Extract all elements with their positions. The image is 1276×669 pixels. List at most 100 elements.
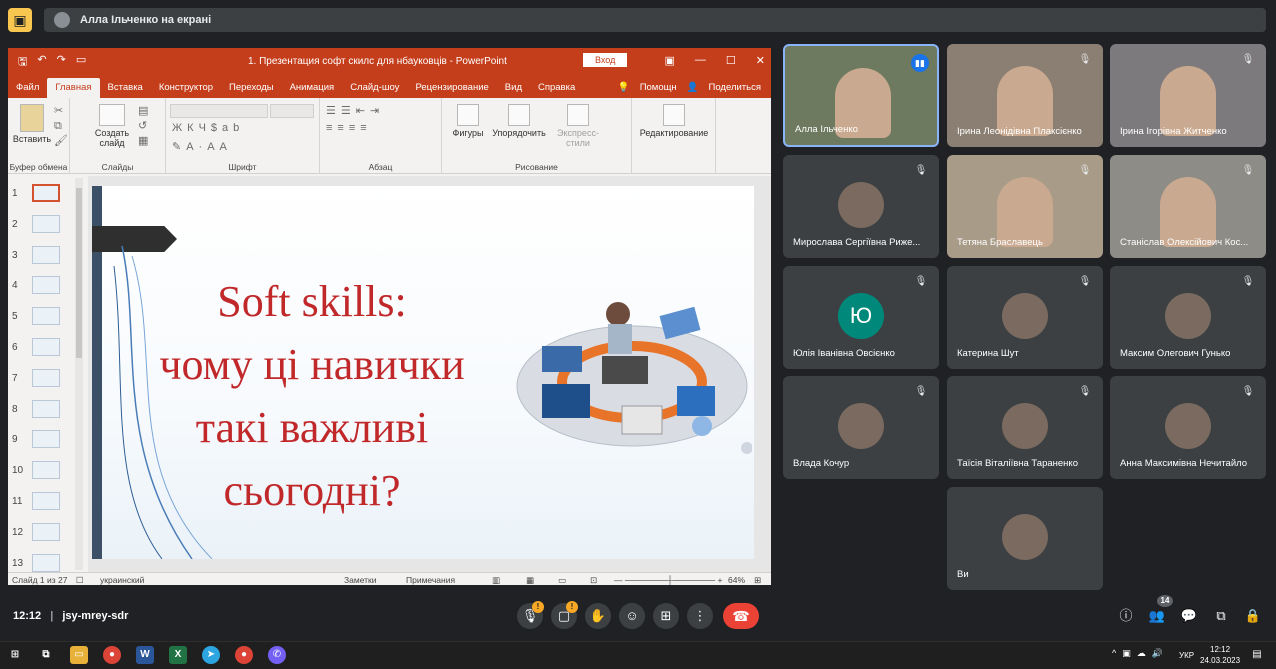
participant-tile[interactable]: Тетяна Браславець 🎙 bbox=[947, 155, 1103, 258]
chat-button[interactable]: 💬 bbox=[1179, 606, 1199, 626]
fit-slide-icon[interactable]: ⊞ bbox=[754, 575, 761, 585]
participant-tile[interactable]: Максим Олегович Гунько 🎙 bbox=[1110, 266, 1266, 369]
slide-thumbnail[interactable]: 12 bbox=[12, 522, 82, 549]
tab-view[interactable]: Вид bbox=[497, 78, 530, 98]
font-name-select[interactable] bbox=[170, 104, 268, 118]
participant-tile[interactable]: Алла Ільченко ▮▮ bbox=[783, 44, 939, 147]
slide-title-line4: сьогодні? bbox=[223, 466, 401, 515]
chrome-icon[interactable]: ● bbox=[103, 646, 121, 664]
font-style-icons[interactable]: ЖКЧ$ab bbox=[172, 122, 244, 134]
more-options-button[interactable]: ⋮ bbox=[687, 603, 713, 629]
zoom-level[interactable]: 64% bbox=[728, 575, 745, 585]
view-slideshow-icon[interactable]: ⊡ bbox=[590, 575, 597, 585]
language-label[interactable]: украинский bbox=[100, 575, 144, 585]
participant-tile[interactable]: Ірина Леонідівна Плаксієнко 🎙 bbox=[947, 44, 1103, 147]
current-slide[interactable]: Soft skills: чому ці навички такі важлив… bbox=[92, 186, 754, 559]
chrome-active-icon[interactable]: ● bbox=[235, 646, 253, 664]
tab-design[interactable]: Конструктор bbox=[151, 78, 221, 98]
tray-icons[interactable]: ^▣☁🔊 bbox=[1112, 648, 1169, 659]
slide-thumbnail[interactable]: 6 bbox=[12, 338, 82, 364]
host-controls-button[interactable]: 🔒 bbox=[1243, 606, 1263, 626]
font-color-icons[interactable]: ✎A·AA bbox=[172, 140, 232, 153]
activities-button[interactable]: ⧉ bbox=[1211, 606, 1231, 626]
tab-home[interactable]: Главная bbox=[47, 78, 100, 98]
participant-tile[interactable]: Катерина Шут 🎙 bbox=[947, 266, 1103, 369]
telegram-icon[interactable]: ➤ bbox=[202, 646, 220, 664]
slide-thumbnail[interactable]: 9 bbox=[12, 430, 82, 456]
close-icon[interactable]: ✕ bbox=[756, 54, 765, 67]
tray-clock[interactable]: 12:12 24.03.2023 bbox=[1200, 644, 1240, 666]
login-button[interactable]: Вход bbox=[583, 53, 628, 67]
meeting-code[interactable]: jsy-mrey-sdr bbox=[62, 610, 128, 622]
arrange-button[interactable]: Упорядочить bbox=[488, 104, 550, 138]
slide-thumbnail[interactable]: 4 bbox=[12, 276, 82, 302]
raise-hand-button[interactable]: ✋ bbox=[585, 603, 611, 629]
redo-icon[interactable]: ↷ bbox=[57, 53, 66, 72]
reactions-button[interactable]: ☺ bbox=[619, 603, 645, 629]
excel-icon[interactable]: X bbox=[169, 646, 187, 664]
participant-tile[interactable]: Таїсія Віталіївна Тараненко 🎙 bbox=[947, 376, 1103, 479]
notes-button[interactable]: Заметки bbox=[344, 575, 377, 585]
meeting-details-button[interactable]: ⓘ bbox=[1116, 606, 1136, 626]
layout-icon[interactable]: ▤ ↺ ▦ bbox=[138, 104, 148, 149]
word-icon[interactable]: W bbox=[136, 646, 154, 664]
editing-button[interactable]: Редактирование bbox=[636, 104, 712, 138]
end-call-button[interactable]: ☎ bbox=[723, 603, 759, 629]
minimize-icon[interactable]: — bbox=[695, 54, 706, 67]
paste-button[interactable]: Вставить bbox=[12, 104, 52, 144]
slide-thumbnail[interactable]: 11 bbox=[12, 492, 82, 518]
share-button[interactable]: Поделиться bbox=[709, 82, 761, 93]
tab-help[interactable]: Справка bbox=[530, 78, 583, 98]
present-screen-button[interactable]: ⊞ bbox=[653, 603, 679, 629]
participant-tile[interactable]: Ірина Ігорівна Житченко 🎙 bbox=[1110, 44, 1266, 147]
quick-styles-button[interactable]: Экспресс-стили bbox=[554, 104, 602, 148]
tab-animations[interactable]: Анимация bbox=[282, 78, 343, 98]
zoom-slider[interactable]: — ───────┼─────── + bbox=[614, 575, 723, 585]
ribbon-display-icon[interactable]: ▣ bbox=[665, 54, 675, 67]
align-icons[interactable]: ≡≡≡≡ bbox=[326, 122, 372, 134]
view-normal-icon[interactable]: ▥ bbox=[492, 575, 500, 585]
presenting-icon[interactable]: ▣ bbox=[8, 8, 32, 32]
people-button[interactable]: 👥 bbox=[1147, 606, 1167, 626]
participant-tile[interactable]: Мирослава Сергіївна Риже... 🎙 bbox=[783, 155, 939, 258]
notifications-icon[interactable]: ▤ bbox=[1248, 646, 1266, 664]
windows-start-icon[interactable]: ⊞ bbox=[6, 646, 24, 664]
list-icons[interactable]: ☰☰⇤⇥ bbox=[326, 104, 384, 117]
participant-tile[interactable]: Станіслав Олексійович Кос... 🎙 bbox=[1110, 155, 1266, 258]
tab-transitions[interactable]: Переходы bbox=[221, 78, 282, 98]
participant-tile[interactable]: Анна Максимівна Нечитайло 🎙 bbox=[1110, 376, 1266, 479]
slide-thumbnail[interactable]: 5 bbox=[12, 307, 82, 333]
participant-tile[interactable]: Влада Кочур 🎙 bbox=[783, 376, 939, 479]
tab-review[interactable]: Рецензирование bbox=[407, 78, 496, 98]
slideshow-icon[interactable]: ▭ bbox=[76, 53, 86, 72]
task-view-icon[interactable]: ⧉ bbox=[37, 646, 55, 664]
undo-icon[interactable]: ↶ bbox=[37, 53, 46, 72]
slide-thumbnail[interactable]: 1 bbox=[12, 184, 82, 210]
slide-thumbnail[interactable]: 2 bbox=[12, 214, 82, 241]
slide-thumbnail[interactable]: 8 bbox=[12, 399, 82, 426]
shapes-button[interactable]: Фигуры bbox=[448, 104, 488, 138]
slide-thumbnail[interactable]: 3 bbox=[12, 245, 82, 272]
viber-icon[interactable]: ✆ bbox=[268, 646, 286, 664]
tab-insert[interactable]: Вставка bbox=[100, 78, 151, 98]
file-explorer-icon[interactable]: ▭ bbox=[70, 646, 88, 664]
tell-me-button[interactable]: Помощн bbox=[640, 82, 677, 93]
tab-slideshow[interactable]: Слайд-шоу bbox=[342, 78, 407, 98]
font-size-select[interactable] bbox=[270, 104, 314, 118]
participant-tile[interactable]: Ви bbox=[947, 487, 1103, 590]
tab-file[interactable]: Файл bbox=[8, 78, 47, 98]
slide-scrollbar[interactable] bbox=[765, 176, 771, 572]
maximize-icon[interactable]: ☐ bbox=[726, 54, 736, 67]
clip-tools-icon[interactable]: ✂ ⧉ 🖌 bbox=[54, 104, 68, 149]
comments-button[interactable]: Примечания bbox=[406, 575, 455, 585]
participant-tile[interactable]: Ю Юлія Іванівна Овсієнко 🎙 bbox=[783, 266, 939, 369]
save-icon[interactable]: 🖫 bbox=[18, 53, 27, 72]
new-slide-button[interactable]: Создать слайд bbox=[90, 104, 134, 148]
view-reading-icon[interactable]: ▭ bbox=[558, 575, 566, 585]
tray-language[interactable]: УКР bbox=[1179, 651, 1194, 660]
view-sorter-icon[interactable]: ▦ bbox=[526, 575, 534, 585]
slide-thumbnail[interactable]: 7 bbox=[12, 368, 82, 395]
slide-thumbnail[interactable]: 13 bbox=[12, 553, 82, 580]
arrange-label: Упорядочить bbox=[492, 128, 546, 138]
slide-thumbnail[interactable]: 10 bbox=[12, 461, 82, 487]
